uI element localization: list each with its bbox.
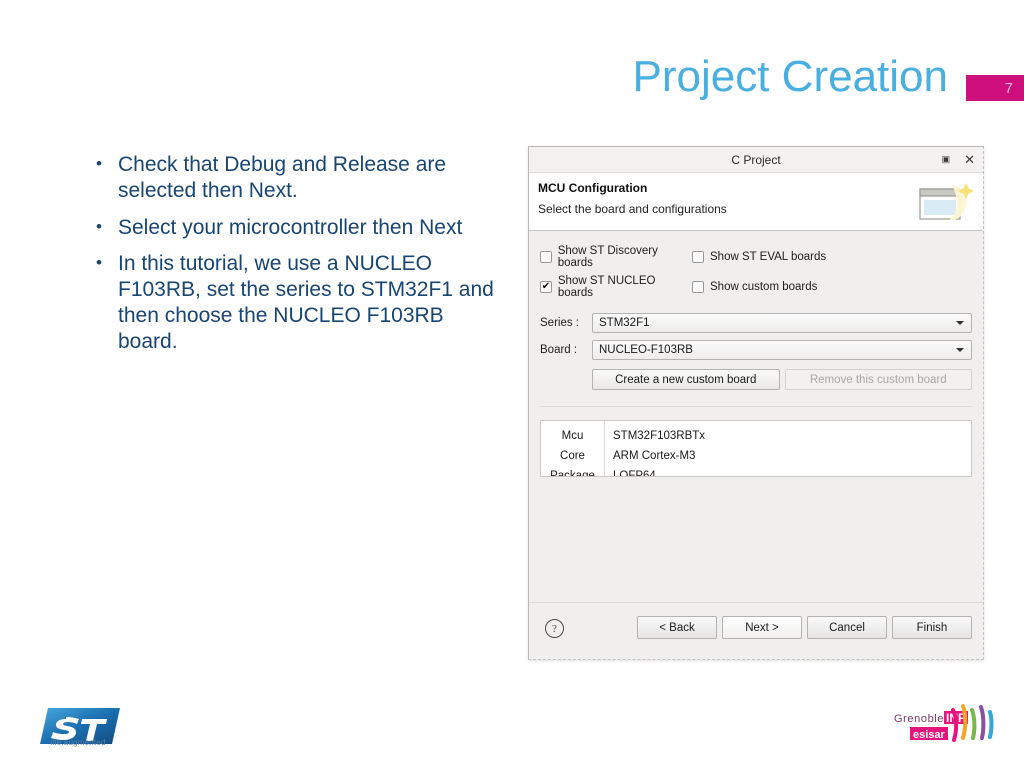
- next-button[interactable]: Next >: [722, 616, 802, 639]
- close-icon[interactable]: ✕: [964, 153, 975, 166]
- grenoble-inp-esisar-logo: Grenoble INP esisar: [894, 704, 994, 742]
- series-dropdown[interactable]: STM32F1: [592, 313, 972, 333]
- custom-board-buttons: Create a new custom board Remove this cu…: [592, 369, 972, 390]
- mcu-info-table: Mcu Core Package STM32F103RBTx ARM Corte…: [540, 420, 972, 477]
- dialog-footer: ? < Back Next > Cancel Finish: [529, 602, 983, 659]
- page-title: Project Creation: [632, 52, 948, 101]
- bullet-text: Select your microcontroller then Next: [118, 215, 463, 239]
- checkbox-box[interactable]: [692, 281, 704, 293]
- bullet-list: • Check that Debug and Release are selec…: [96, 152, 496, 366]
- list-item: • Check that Debug and Release are selec…: [96, 152, 496, 204]
- checkbox-label: Show custom boards: [710, 281, 818, 293]
- list-item: • In this tutorial, we use a NUCLEO F103…: [96, 251, 496, 354]
- board-value: NUCLEO-F103RB: [599, 344, 693, 356]
- mcu-row-value: LQFP64: [613, 470, 656, 477]
- bullet-text: In this tutorial, we use a NUCLEO F103RB…: [118, 252, 494, 353]
- board-field-row: Board : NUCLEO-F103RB: [540, 340, 972, 360]
- series-field-row: Series : STM32F1: [540, 313, 972, 333]
- mcu-row-value: STM32F103RBTx: [613, 430, 706, 442]
- window-controls: ▣ ✕: [942, 147, 975, 172]
- dialog-titlebar: C Project ▣ ✕: [529, 147, 983, 173]
- board-dropdown[interactable]: NUCLEO-F103RB: [592, 340, 972, 360]
- bullet-text: Check that Debug and Release are selecte…: [118, 153, 447, 202]
- help-icon[interactable]: ?: [545, 619, 564, 638]
- remove-custom-board-button: Remove this custom board: [784, 369, 972, 390]
- mcu-row-label: Core: [560, 450, 585, 462]
- slide: Project Creation 7 • Check that Debug an…: [0, 0, 1024, 768]
- bullet-marker-icon: •: [96, 253, 102, 273]
- dialog-title: C Project: [731, 152, 781, 167]
- wizard-window-icon: [919, 183, 974, 221]
- bullet-marker-icon: •: [96, 154, 102, 173]
- series-value: STM32F1: [599, 317, 650, 329]
- st-logo-tagline: life.augmented: [50, 738, 106, 747]
- checkbox-label: Show ST NUCLEO boards: [557, 275, 656, 299]
- checkbox-box[interactable]: [692, 251, 704, 263]
- checkbox-box[interactable]: [540, 251, 552, 263]
- svg-text:Grenoble: Grenoble: [894, 713, 944, 725]
- wizard-banner: MCU Configuration Select the board and c…: [529, 173, 983, 231]
- checkbox-show-st-nucleo-boards[interactable]: ✔ Show ST NUCLEO boards: [540, 275, 692, 299]
- checkbox-box[interactable]: ✔: [540, 281, 552, 293]
- page-number-badge: 7: [966, 75, 1024, 101]
- chevron-down-icon[interactable]: [956, 348, 964, 352]
- board-label: Board :: [540, 344, 578, 356]
- checkbox-show-custom-boards[interactable]: Show custom boards: [692, 275, 972, 299]
- checkbox-label: Show ST Discovery boards: [557, 245, 658, 269]
- list-item: • Select your microcontroller then Next: [96, 215, 496, 241]
- cancel-button[interactable]: Cancel: [807, 616, 887, 639]
- series-label: Series :: [540, 317, 579, 329]
- mcu-table-labels: Mcu Core Package: [541, 421, 605, 476]
- mcu-row-value: ARM Cortex-M3: [613, 450, 696, 462]
- divider: [540, 406, 972, 407]
- bullet-marker-icon: •: [96, 216, 102, 236]
- svg-text:esisar: esisar: [913, 729, 946, 741]
- maximize-icon[interactable]: ▣: [942, 155, 951, 164]
- back-button[interactable]: < Back: [637, 616, 717, 639]
- checkbox-label: Show ST EVAL boards: [710, 251, 827, 263]
- mcu-table-values: STM32F103RBTx ARM Cortex-M3 LQFP64: [605, 421, 971, 476]
- checkbox-show-st-eval-boards[interactable]: Show ST EVAL boards: [692, 245, 972, 269]
- create-custom-board-button[interactable]: Create a new custom board: [592, 369, 780, 390]
- dialog-body: Show ST Discovery boards Show ST EVAL bo…: [529, 231, 983, 407]
- finish-button[interactable]: Finish: [892, 616, 972, 639]
- checkbox-show-st-discovery-boards[interactable]: Show ST Discovery boards: [540, 245, 692, 269]
- mcu-row-label: Package: [550, 470, 595, 477]
- mcu-row-label: Mcu: [561, 430, 584, 442]
- wizard-buttons: < Back Next > Cancel Finish: [637, 616, 972, 639]
- chevron-down-icon[interactable]: [956, 321, 964, 325]
- page-number: 7: [1004, 79, 1013, 97]
- board-filter-checkboxes: Show ST Discovery boards Show ST EVAL bo…: [540, 245, 972, 299]
- c-project-dialog: C Project ▣ ✕ MCU Configuration Select t…: [528, 146, 984, 660]
